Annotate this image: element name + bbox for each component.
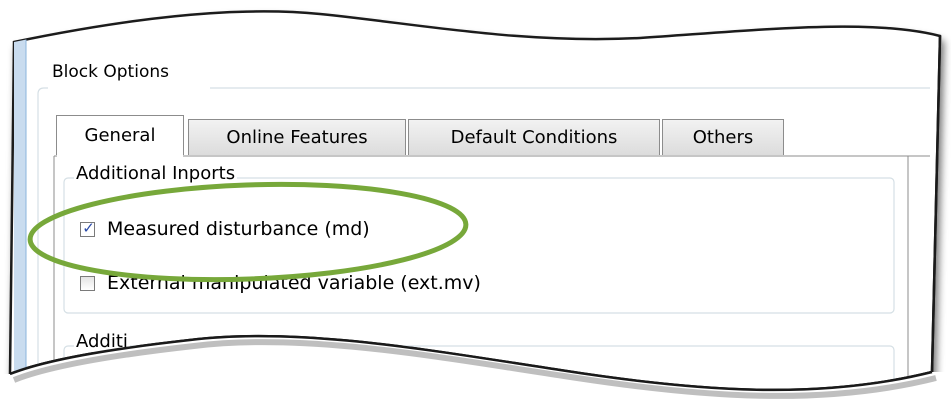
external-mv-option[interactable]: External manipulated variable (ext.mv) — [80, 272, 481, 294]
additional-inports-title: Additional Inports — [74, 163, 238, 184]
tab-general[interactable]: General — [56, 115, 184, 155]
second-group-title: Additi — [74, 331, 130, 352]
measured-disturbance-option[interactable]: ✓ Measured disturbance (md) — [80, 218, 370, 240]
checkmark-icon: ✓ — [82, 218, 95, 237]
block-options-title: Block Options — [50, 62, 171, 82]
measured-disturbance-checkbox[interactable]: ✓ — [80, 218, 95, 237]
tab-online-features[interactable]: Online Features — [188, 119, 406, 155]
tab-default-conditions[interactable]: Default Conditions — [408, 119, 660, 155]
external-mv-checkbox[interactable] — [80, 275, 95, 291]
tab-others[interactable]: Others — [662, 119, 784, 155]
external-mv-label: External manipulated variable (ext.mv) — [107, 272, 481, 294]
active-tab-gap — [57, 154, 183, 158]
measured-disturbance-label: Measured disturbance (md) — [107, 218, 370, 240]
